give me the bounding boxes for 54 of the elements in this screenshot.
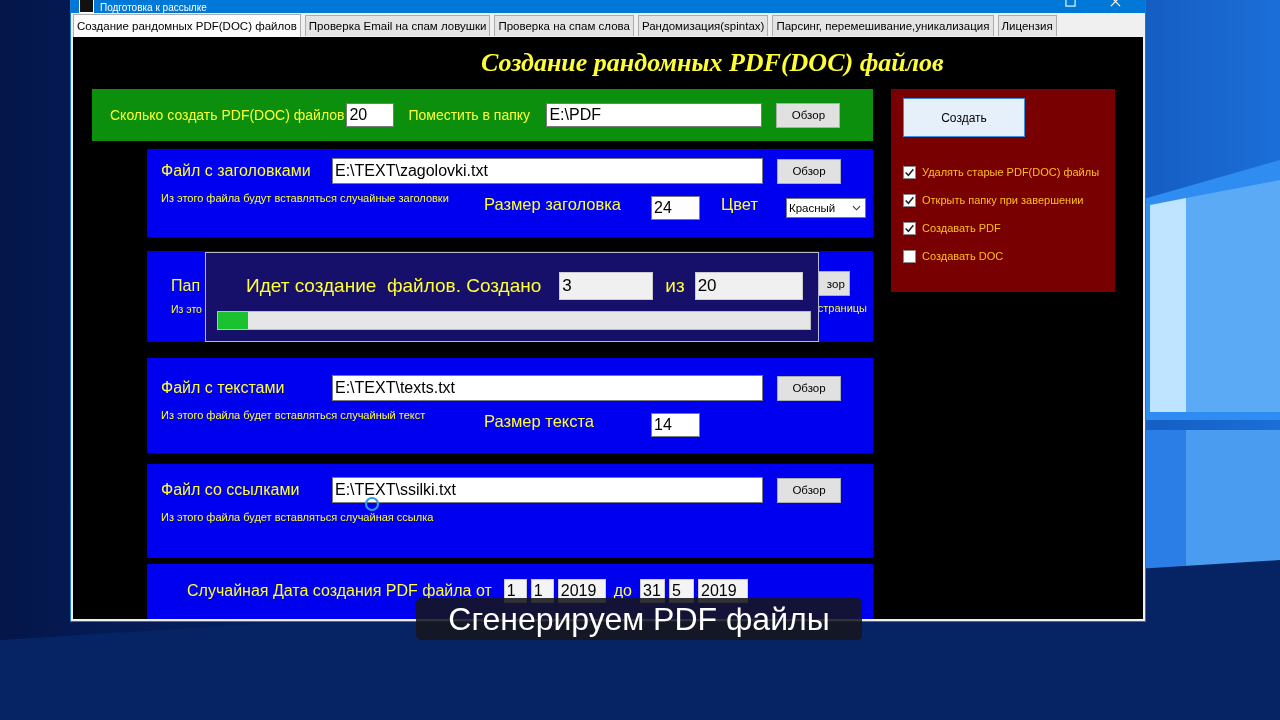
browse-button[interactable]: Обзор (777, 375, 841, 401)
checkbox-label[interactable]: Удалять старые PDF(DOC) файлы (922, 166, 1100, 178)
input-field[interactable]: 20 (346, 103, 395, 127)
input-field[interactable]: E:\TEXT\texts.txt (332, 375, 763, 401)
hint-text: Из этого файла будет вставляться случайная ссылка (161, 511, 435, 523)
browse-button[interactable]: зор (817, 271, 850, 296)
browse-button[interactable]: Обзор (777, 477, 841, 503)
window-title: Подготовка к рассылке (100, 2, 207, 13)
tab[interactable]: Проверка Email на спам ловушки (304, 15, 491, 36)
color-dropdown[interactable]: Красный (786, 198, 866, 218)
browse-button[interactable]: Обзор (776, 102, 841, 128)
tab[interactable]: Парсинг, перемешивание,уникализация (772, 15, 994, 36)
ring-icon (364, 496, 380, 512)
hint-text: Из этого файла будет вставляться случайный текст (161, 409, 427, 421)
checkbox[interactable] (903, 221, 916, 235)
input-field[interactable]: E:\TEXT\zagolovki.txt (332, 158, 763, 184)
total-count-field[interactable]: 20 (694, 272, 803, 300)
checkbox-label[interactable]: Создавать DOC (922, 250, 1004, 262)
input-field[interactable]: 24 (651, 196, 700, 220)
create-button[interactable]: Создать (903, 98, 1025, 137)
input-field[interactable]: E:\TEXT\ssilki.txt (332, 477, 763, 503)
size-label: Размер заголовка (484, 195, 623, 214)
size-label: Размер текста (484, 412, 596, 431)
hint-text: страницы (817, 302, 867, 314)
created-count-field[interactable]: 3 (559, 272, 654, 300)
caret-icon (852, 205, 861, 211)
tab[interactable]: Создание рандомных PDF(DOC) файлов (73, 14, 301, 37)
hint-text: Из этого файла будут вставляться случайные заголовки (161, 192, 450, 204)
date-range-label: Случайная Дата создания PDF файла от (187, 581, 492, 601)
folder-label: Пап (171, 277, 202, 295)
file-label: Файл с текстами (161, 379, 286, 397)
video-caption: Сгенерируем PDF файлы (416, 598, 862, 640)
tab[interactable]: Рандомизация(spintax) (637, 15, 769, 36)
input-field[interactable]: 14 (651, 413, 700, 437)
checkbox-label[interactable]: Открыть папку при завершении (922, 194, 1084, 206)
checkbox[interactable] (903, 165, 916, 179)
color-label: Цвет (721, 195, 759, 214)
browse-button[interactable]: Обзор (777, 158, 841, 184)
checkbox-label[interactable]: Создавать PDF (922, 222, 1001, 234)
input-field[interactable]: E:\PDF (546, 103, 763, 127)
progress-message: Идет создание файлов. Создано (246, 275, 542, 297)
hint-text: Из это (171, 303, 202, 315)
checkbox[interactable] (903, 193, 916, 207)
tab[interactable]: Проверка на спам слова (494, 15, 634, 36)
folder-label: Поместить в папку (408, 107, 532, 123)
file-label: Файл со ссылками (161, 481, 301, 499)
to-label: до (613, 581, 632, 601)
page-heading: Создание рандомных PDF(DOC) файлов (481, 48, 944, 78)
tab[interactable]: Лицензия (997, 15, 1057, 36)
count-label: Сколько создать PDF(DOC) файлов (110, 107, 345, 123)
file-label: Файл с заголовками (161, 162, 312, 180)
of-label: из (665, 275, 685, 297)
checkbox[interactable] (903, 249, 916, 263)
app-icon (79, 0, 94, 13)
